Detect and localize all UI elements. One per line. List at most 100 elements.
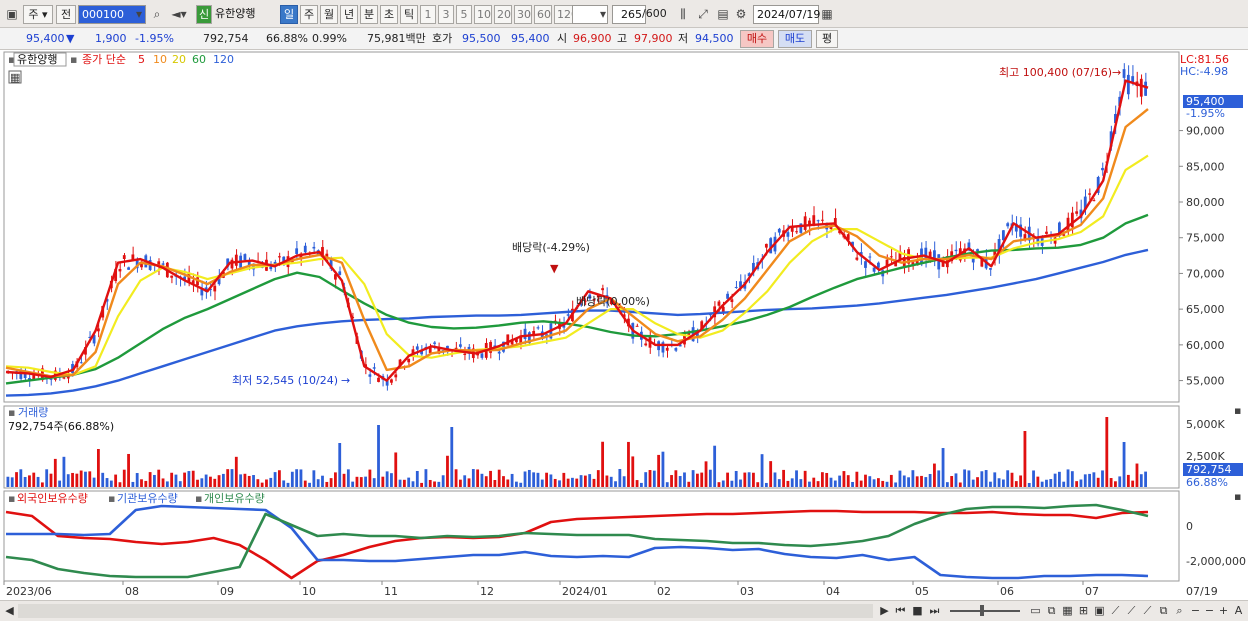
volume-bar [575, 478, 579, 487]
volume-bar [277, 470, 281, 487]
volume-bar [252, 475, 255, 487]
volume-bar [549, 474, 553, 487]
candle-body [415, 346, 419, 350]
chart-area[interactable]: ▪ 유한양행 ▪ 종가 단순 5 10 20 60 120 ▦ LC:81.56… [0, 50, 1248, 601]
tab-tick[interactable]: 틱 [400, 5, 418, 24]
volume-bar [851, 481, 854, 487]
volume-bar [239, 474, 243, 487]
volume-bar [665, 482, 669, 487]
volume-bar [1036, 476, 1040, 487]
volume-bar [609, 476, 613, 487]
font-size-icon[interactable]: A [1231, 603, 1246, 619]
quote-rate: 0.99% [312, 32, 347, 45]
draw-icon-2[interactable]: ⟋ [1124, 603, 1139, 619]
candle-body [937, 254, 941, 270]
interval-10[interactable]: 10 [474, 5, 492, 24]
draw-icon-3[interactable]: ⟋ [1140, 603, 1155, 619]
eval-button[interactable]: 평 [816, 30, 838, 48]
draw-tool-icon[interactable]: ⤢ [694, 5, 712, 24]
candle-body [277, 256, 281, 258]
volume-bar [484, 476, 488, 487]
stock-chart-svg[interactable]: ▪ 유한양행 ▪ 종가 단순 5 10 20 60 120 ▦ LC:81.56… [0, 50, 1248, 601]
interval-1[interactable]: 1 [420, 5, 436, 24]
volume-bar [157, 469, 161, 487]
search-icon[interactable]: ⌕ [1172, 603, 1187, 619]
volume-bar [135, 473, 139, 487]
interval-30[interactable]: 30 [514, 5, 532, 24]
volume-bar [614, 481, 617, 487]
chart-scrollbar[interactable]: ◀ ▶ ⏮ ■ ⏭ ▭ ⧉ ▦ ⊞ ▣ ⟋ ⟋ ⟋ ⧉ ⌕ − − + A [0, 600, 1248, 621]
candle-body [377, 377, 380, 382]
scroll-right-icon[interactable]: ▶ [877, 603, 892, 619]
scroll-left-icon[interactable]: ◀ [2, 603, 17, 619]
layout-icon-5[interactable]: ▣ [1092, 603, 1107, 619]
save-icon[interactable]: ▤ [714, 5, 732, 24]
volume-bar [933, 463, 936, 487]
plus-icon[interactable]: + [1216, 603, 1231, 619]
candle-body [868, 256, 872, 258]
volume-bar [53, 458, 57, 487]
rewind-icon[interactable]: ⏮ [893, 603, 908, 619]
period-select[interactable]: 주 ▾ [23, 5, 53, 24]
volume-bar [437, 481, 441, 487]
tab-minute[interactable]: 분 [360, 5, 378, 24]
stop-icon[interactable]: ■ [910, 603, 925, 619]
ma-period-20: 20 [172, 53, 186, 66]
low-price: 94,500 [695, 32, 734, 45]
volume-bar [23, 476, 27, 487]
minus-icon[interactable]: − [1188, 603, 1203, 619]
panel-close-icon[interactable]: ▪ [1234, 490, 1241, 503]
chevron-down-icon[interactable]: ▾ [594, 5, 612, 24]
volume-bar [1079, 479, 1083, 487]
window-icon[interactable]: ▣ [3, 5, 21, 24]
volume-bar [368, 469, 372, 487]
candle-icon[interactable]: ⫼ [674, 5, 692, 24]
candle-body [601, 288, 605, 291]
search-icon[interactable]: ⌕ [148, 5, 166, 24]
panel-close-icon[interactable]: ▪ [1234, 404, 1241, 417]
tab-year[interactable]: 년 [340, 5, 358, 24]
tab-second[interactable]: 초 [380, 5, 398, 24]
layout-icon-3[interactable]: ▦ [1060, 603, 1075, 619]
volume-bar [15, 472, 18, 487]
zoom-slider-handle[interactable] [980, 605, 984, 616]
volume-bar [825, 472, 829, 487]
zoom-slider[interactable] [950, 610, 1020, 612]
sell-button[interactable]: 매도 [778, 30, 812, 48]
layout-icon-2[interactable]: ⧉ [1044, 603, 1059, 619]
quote-change-pct: -1.95% [135, 32, 174, 45]
interval-5[interactable]: 5 [456, 5, 472, 24]
candle-body [1101, 167, 1104, 171]
interval-60[interactable]: 60 [534, 5, 552, 24]
current-pct-label: -1.95% [1186, 107, 1225, 120]
date-input[interactable]: 2024/07/19 [753, 5, 820, 24]
x-axis-label: 12 [480, 585, 494, 598]
layout-icon-1[interactable]: ▭ [1028, 603, 1043, 619]
gear-icon[interactable]: ⚙ [732, 5, 750, 24]
speaker-icon[interactable]: ◄▾ [166, 5, 192, 24]
count-input[interactable]: 265 [612, 5, 646, 24]
copy-icon[interactable]: ⧉ [1156, 603, 1171, 619]
layout-icon-4[interactable]: ⊞ [1076, 603, 1091, 619]
tab-month[interactable]: 월 [320, 5, 338, 24]
tab-week[interactable]: 주 [300, 5, 318, 24]
volume-bar [1006, 470, 1010, 487]
fast-forward-icon[interactable]: ⏭ [927, 603, 942, 619]
scroll-track[interactable] [18, 604, 873, 618]
interval-3[interactable]: 3 [438, 5, 454, 24]
price-tick-label: 65,000 [1186, 303, 1225, 316]
interval-20[interactable]: 20 [494, 5, 512, 24]
buy-button[interactable]: 매수 [740, 30, 774, 48]
prev-button[interactable]: 전 [56, 5, 76, 24]
volume-bar [777, 479, 781, 487]
volume-bar [105, 478, 109, 487]
tab-day[interactable]: 일 [280, 5, 298, 24]
volume-bar [984, 470, 988, 487]
volume-subtitle: 792,754주(66.88%) [8, 420, 114, 433]
volume-bar [1101, 470, 1104, 487]
volume-bar [92, 477, 96, 487]
calendar-icon[interactable]: ▦ [818, 5, 836, 24]
chevron-down-icon[interactable]: ▾ [130, 5, 148, 24]
volume-bar [536, 472, 540, 487]
draw-icon-1[interactable]: ⟋ [1108, 603, 1123, 619]
